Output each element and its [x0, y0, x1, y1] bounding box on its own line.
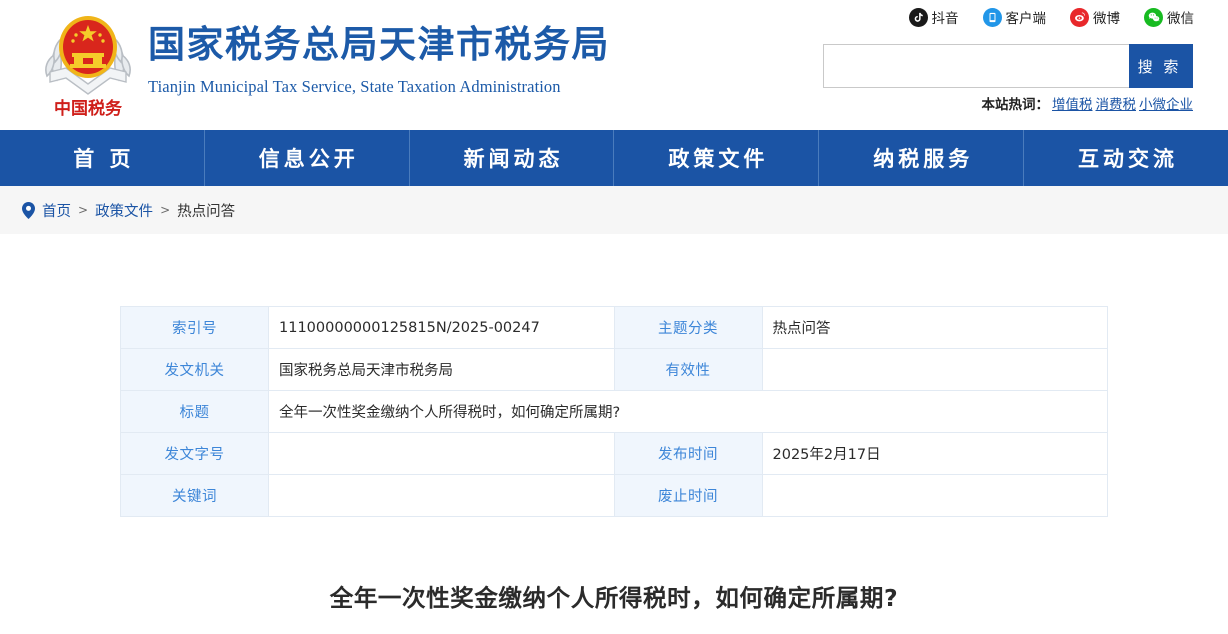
nav-item-news[interactable]: 新闻动态 [410, 130, 615, 186]
location-pin-icon [22, 202, 35, 219]
table-row: 索引号 11100000000125815N/2025-00247 主题分类 热… [121, 307, 1108, 349]
org-title: 国家税务总局天津市税务局 [148, 22, 610, 68]
meta-value-title: 全年一次性奖金缴纳个人所得税时，如何确定所属期? [269, 391, 1108, 433]
wechat-icon [1144, 8, 1163, 27]
table-row: 发文机关 国家税务总局天津市税务局 有效性 [121, 349, 1108, 391]
meta-value-topic-category: 热点问答 [762, 307, 1108, 349]
hot-word-link-1[interactable]: 增值税 [1052, 97, 1093, 113]
table-row: 发文字号 发布时间 2025年2月17日 [121, 433, 1108, 475]
site-brand[interactable]: 中国税务 国家税务总局天津市税务局 Tianjin Municipal Tax … [36, 8, 610, 122]
table-row: 标题 全年一次性奖金缴纳个人所得税时，如何确定所属期? [121, 391, 1108, 433]
main-navigation: 首 页 信息公开 新闻动态 政策文件 纳税服务 互动交流 [0, 130, 1228, 186]
hot-word-link-3[interactable]: 小微企业 [1139, 97, 1193, 113]
meta-value-repeal-date [762, 475, 1108, 517]
breadcrumb-separator-1: > [78, 203, 88, 217]
nav-item-tax-services[interactable]: 纳税服务 [819, 130, 1024, 186]
hot-words-label: 本站热词： [982, 97, 1050, 113]
search-bar: 搜 索 [823, 44, 1193, 88]
weibo-icon [1070, 8, 1089, 27]
nav-item-home[interactable]: 首 页 [0, 130, 205, 186]
china-tax-emblem-icon: 中国税务 [36, 8, 140, 122]
search-button[interactable]: 搜 索 [1129, 44, 1193, 88]
meta-label-publish-date: 发布时间 [614, 433, 762, 475]
meta-value-keywords [269, 475, 615, 517]
breadcrumb-separator-2: > [160, 203, 170, 217]
social-links: 抖音 客户端 微博 [909, 7, 1195, 27]
social-label-wechat: 微信 [1167, 7, 1194, 27]
breadcrumb-item-current: 热点问答 [177, 200, 235, 221]
breadcrumb-item-home[interactable]: 首页 [42, 200, 71, 221]
meta-value-index-no: 11100000000125815N/2025-00247 [269, 307, 615, 349]
main-content: 索引号 11100000000125815N/2025-00247 主题分类 热… [0, 306, 1228, 613]
social-link-douyin[interactable]: 抖音 [909, 7, 959, 27]
meta-value-publish-date: 2025年2月17日 [762, 433, 1108, 475]
meta-label-title: 标题 [121, 391, 269, 433]
document-meta-table: 索引号 11100000000125815N/2025-00247 主题分类 热… [120, 306, 1108, 517]
breadcrumb-item-policy-documents[interactable]: 政策文件 [95, 200, 153, 221]
article-title: 全年一次性奖金缴纳个人所得税时，如何确定所属期? [0, 579, 1228, 613]
social-label-app: 客户端 [1006, 7, 1047, 27]
meta-label-index-no: 索引号 [121, 307, 269, 349]
meta-value-issuing-agency: 国家税务总局天津市税务局 [269, 349, 615, 391]
social-link-weibo[interactable]: 微博 [1070, 7, 1120, 27]
table-row: 关键词 废止时间 [121, 475, 1108, 517]
hot-words: 本站热词：增值税消费税小微企业 [982, 93, 1194, 113]
meta-label-validity: 有效性 [614, 349, 762, 391]
hot-word-link-2[interactable]: 消费税 [1096, 97, 1137, 113]
social-label-douyin: 抖音 [932, 7, 959, 27]
search-input[interactable] [823, 44, 1129, 88]
meta-label-topic-category: 主题分类 [614, 307, 762, 349]
nav-item-info-disclosure[interactable]: 信息公开 [205, 130, 410, 186]
nav-item-policy-documents[interactable]: 政策文件 [614, 130, 819, 186]
social-link-app[interactable]: 客户端 [983, 7, 1047, 27]
app-icon [983, 8, 1002, 27]
meta-label-document-number: 发文字号 [121, 433, 269, 475]
nav-item-interaction[interactable]: 互动交流 [1024, 130, 1228, 186]
site-header: 中国税务 国家税务总局天津市税务局 Tianjin Municipal Tax … [0, 0, 1228, 130]
meta-label-keywords: 关键词 [121, 475, 269, 517]
social-link-wechat[interactable]: 微信 [1144, 7, 1194, 27]
social-label-weibo: 微博 [1093, 7, 1120, 27]
org-subtitle: Tianjin Municipal Tax Service, State Tax… [148, 77, 610, 97]
meta-value-document-number [269, 433, 615, 475]
douyin-icon [909, 8, 928, 27]
meta-value-validity [762, 349, 1108, 391]
meta-label-repeal-date: 废止时间 [614, 475, 762, 517]
svg-text:中国税务: 中国税务 [54, 98, 123, 119]
breadcrumb: 首页 > 政策文件 > 热点问答 [0, 186, 1228, 234]
meta-label-issuing-agency: 发文机关 [121, 349, 269, 391]
